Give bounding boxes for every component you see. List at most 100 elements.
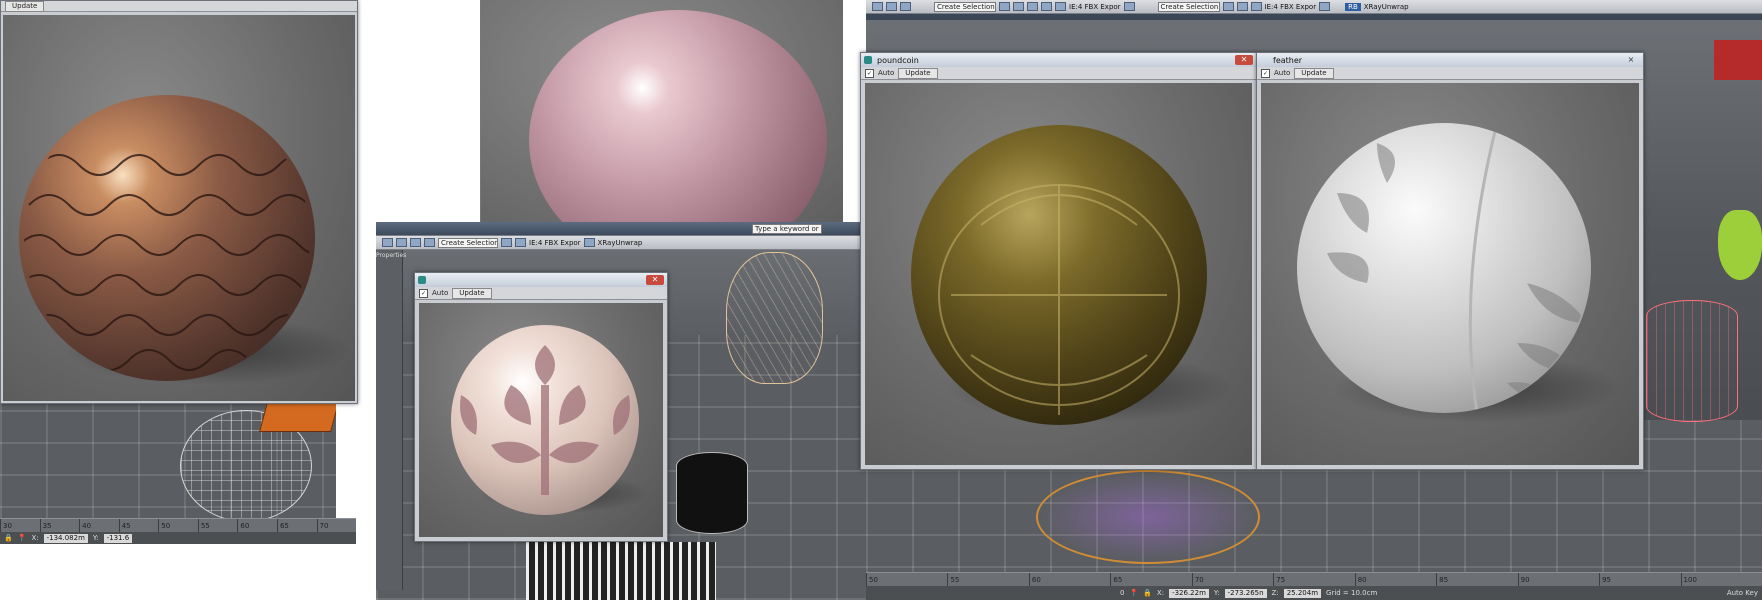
timeline-tick: 90 [1517, 573, 1599, 587]
link-icon[interactable] [872, 2, 883, 11]
auto-checkbox[interactable]: ✓ [865, 68, 874, 78]
cream-window-title: ✕ [415, 273, 667, 287]
cream-window-toolbar: ✓ Auto Update [415, 287, 667, 300]
properties-label: Properties [376, 252, 407, 259]
bind-icon[interactable] [900, 2, 911, 11]
poundcoin-window-title: poundcoin ✕ [861, 53, 1256, 67]
x-label: X: [1156, 589, 1165, 597]
timeline-tick: 70 [1191, 573, 1273, 587]
update-button[interactable]: Update [5, 1, 45, 12]
feather-window-title: feather ⨯ [1257, 53, 1643, 67]
move-tool-icon[interactable] [396, 238, 407, 247]
auto-checkbox[interactable]: ✓ [419, 288, 428, 298]
copper-material-window[interactable]: Update [0, 0, 358, 404]
feather-material-window[interactable]: feather ⨯ ✓ Auto Update [1256, 52, 1644, 470]
cylinder-object [676, 452, 748, 534]
y-label: Y: [1213, 589, 1220, 597]
right-toolbar-top: Create Selection Se IE:4 FBX Expor Creat… [866, 0, 1762, 14]
fbx-export-label-2[interactable]: IE:4 FBX Expor [1265, 3, 1317, 11]
render-icon[interactable] [1250, 2, 1262, 11]
close-button[interactable]: ✕ [1235, 55, 1253, 65]
left-timeline[interactable]: 30 35 40 45 50 55 60 65 70 [0, 518, 356, 533]
selection-set-field[interactable]: Create Selection Se [438, 237, 498, 248]
right-wire-object [1646, 300, 1738, 422]
selection-set-field-2[interactable]: Create Selection Se [1157, 1, 1220, 12]
center-command-panel: Properties [376, 250, 407, 590]
lock-icon[interactable]: 🔒 [1143, 589, 1152, 597]
align-icon-2[interactable] [1236, 2, 1248, 11]
orange-ring [1036, 470, 1260, 564]
pin-icon[interactable]: 📍 [18, 534, 27, 542]
left-timeline-ticks: 30 35 40 45 50 55 60 65 70 [0, 519, 356, 533]
auto-label: Auto [878, 69, 895, 77]
right-toolbar-sub [866, 14, 1762, 20]
layers-icon[interactable] [1027, 2, 1038, 11]
timeline-start-label: 0 [1120, 589, 1125, 597]
right-timeline-ticks: 50 55 60 65 70 75 80 85 90 95 100 [866, 573, 1762, 587]
grid-label: Grid = 10.0cm [1326, 589, 1378, 597]
teapot-icon[interactable] [583, 238, 595, 247]
poundcoin-material-window[interactable]: poundcoin ✕ ✓ Auto Update [860, 52, 1257, 470]
xray-unwrap-label[interactable]: XRayUnwrap [598, 239, 643, 247]
cream-material-window[interactable]: ✕ ✓ Auto Update [414, 272, 668, 542]
close-button[interactable]: ⨯ [1622, 55, 1640, 65]
y-label: Y: [92, 534, 99, 542]
timeline-tick: 50 [866, 573, 947, 587]
pin-icon[interactable]: 📍 [1129, 589, 1138, 597]
mirror-icon[interactable] [999, 2, 1010, 11]
fbx-export-label[interactable]: IE:4 FBX Expor [529, 239, 581, 247]
selection-set-field[interactable]: Create Selection Se [934, 1, 996, 12]
x-label: X: [31, 534, 39, 542]
close-button[interactable]: ✕ [646, 275, 664, 285]
keyword-search-field[interactable]: Type a keyword or phrase [752, 223, 822, 234]
copper-window-toolbar: Update [1, 1, 357, 12]
teapot-icon-2[interactable] [1319, 2, 1331, 11]
cream-preview [419, 303, 663, 537]
center-toolbar-top: Type a keyword or phrase [376, 222, 866, 236]
teapot-icon[interactable] [1123, 2, 1135, 11]
app-icon [418, 276, 426, 284]
timeline-tick: 60 [1028, 573, 1110, 587]
timeline-tick: 80 [1354, 573, 1436, 587]
right-timeline[interactable]: 50 55 60 65 70 75 80 85 90 95 100 [866, 572, 1762, 587]
y-coordinate[interactable]: -273.265n [1224, 588, 1267, 598]
z-coordinate[interactable]: 25.204m [1283, 588, 1322, 598]
update-button[interactable]: Update [452, 287, 492, 299]
auto-checkbox[interactable]: ✓ [1261, 68, 1270, 78]
feather-preview [1261, 83, 1639, 465]
app-icon [864, 56, 872, 64]
timeline-tick: 75 [1273, 573, 1354, 587]
lock-icon[interactable]: 🔒 [4, 534, 13, 542]
update-button[interactable]: Update [1294, 67, 1334, 79]
app-icon [1260, 56, 1268, 64]
rotate-tool-icon[interactable] [410, 238, 421, 247]
timeline-tick: 35 [39, 519, 80, 533]
rb-button[interactable]: RB [1345, 2, 1361, 11]
vase-wireframe [726, 252, 823, 384]
curve-editor-icon[interactable] [1041, 2, 1052, 11]
red-object [1714, 40, 1762, 80]
align-tool-icon[interactable] [515, 238, 526, 247]
timeline-tick: 100 [1680, 573, 1762, 587]
x-coordinate[interactable]: -326.22m [1169, 588, 1209, 598]
poundcoin-window-toolbar: ✓ Auto Update [861, 67, 1256, 80]
unlink-icon[interactable] [886, 2, 897, 11]
y-coordinate[interactable]: -131.6 [103, 533, 133, 543]
fbx-export-label[interactable]: IE:4 FBX Expor [1069, 3, 1121, 11]
timeline-tick: 55 [197, 519, 238, 533]
select-tool-icon[interactable] [382, 238, 393, 247]
xray-unwrap-label[interactable]: XRayUnwrap [1364, 3, 1409, 11]
auto-key-button[interactable]: Auto Key [1727, 589, 1758, 597]
scale-tool-icon[interactable] [424, 238, 435, 247]
x-coordinate[interactable]: -134.082m [43, 533, 88, 543]
timeline-tick: 65 [1110, 573, 1191, 587]
timeline-tick: 70 [316, 519, 357, 533]
poundcoin-preview [865, 83, 1252, 465]
align-icon[interactable] [1013, 2, 1024, 11]
copper-pattern [24, 154, 310, 371]
mirror-tool-icon[interactable] [501, 238, 512, 247]
update-button[interactable]: Update [898, 67, 938, 79]
material-editor-icon[interactable] [1055, 2, 1066, 11]
mirror-icon-2[interactable] [1222, 2, 1234, 11]
auto-label: Auto [1274, 69, 1291, 77]
